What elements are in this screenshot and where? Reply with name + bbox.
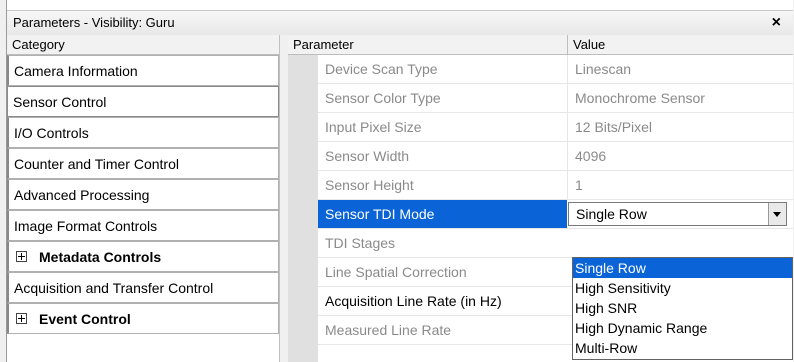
parameter-name: TDI Stages (325, 235, 396, 251)
category-label: Event Control (39, 311, 131, 327)
category-label: Camera Information (14, 63, 138, 79)
parameter-name: Measured Line Rate (325, 322, 452, 338)
category-item-camera-information[interactable]: Camera Information (7, 55, 279, 86)
parameter-value: 12 Bits/Pixel (567, 113, 794, 141)
parameter-name: Acquisition Line Rate (in Hz) (325, 293, 502, 309)
parameter-name: Sensor TDI Mode (318, 200, 567, 228)
parameter-value: Linescan (567, 55, 794, 83)
parameters-window: Parameters - Visibility: Guru × Category… (6, 0, 793, 362)
parameter-value: 4096 (567, 142, 794, 170)
category-item-metadata-controls[interactable]: Metadata Controls (7, 241, 279, 272)
expand-plus-icon[interactable] (16, 250, 27, 262)
category-header: Category (7, 35, 279, 55)
category-label: Metadata Controls (39, 249, 162, 265)
tdi-mode-dropdown-list: Single Row High Sensitivity High SNR Hig… (572, 257, 793, 360)
value-column-header[interactable]: Value (567, 35, 793, 55)
category-label: Advanced Processing (14, 187, 150, 203)
category-label: Counter and Timer Control (14, 156, 179, 172)
parameter-value: Monochrome Sensor (567, 84, 794, 112)
dropdown-option[interactable]: Single Row (573, 258, 792, 278)
dropdown-option[interactable]: High SNR (573, 298, 792, 318)
category-label: Sensor Control (13, 94, 107, 110)
category-label: Acquisition and Transfer Control (14, 280, 214, 296)
category-item-counter-timer[interactable]: Counter and Timer Control (7, 148, 279, 179)
category-item-acquisition-transfer[interactable]: Acquisition and Transfer Control (7, 272, 279, 303)
category-item-event-control[interactable]: Event Control (7, 303, 279, 334)
parameter-value: 1 (567, 171, 794, 199)
parameter-name: Sensor Width (325, 148, 410, 164)
category-item-sensor-control[interactable]: Sensor Control (7, 86, 279, 117)
dropdown-option[interactable]: High Dynamic Range (573, 318, 792, 338)
category-label: I/O Controls (14, 125, 89, 141)
category-label: Image Format Controls (14, 218, 158, 234)
grid-row[interactable]: Device Scan Type Linescan (318, 55, 793, 84)
dropdown-option[interactable]: High Sensitivity (573, 278, 792, 298)
grid-row[interactable]: Sensor Color Type Monochrome Sensor (318, 84, 793, 113)
chevron-down-icon[interactable] (768, 203, 786, 225)
parameter-name: Device Scan Type (325, 61, 438, 77)
tdi-mode-select[interactable]: Single Row (568, 202, 787, 226)
parameter-column-header[interactable]: Parameter (288, 35, 567, 55)
dropdown-option[interactable]: Multi-Row (573, 338, 792, 358)
window-title: Parameters - Visibility: Guru (13, 15, 175, 30)
category-item-advanced-processing[interactable]: Advanced Processing (7, 179, 279, 210)
parameter-name: Sensor Height (325, 177, 414, 193)
grid-row[interactable]: Sensor Width 4096 (318, 142, 793, 171)
row-gutter (288, 55, 318, 362)
category-pane: Category Camera Information Sensor Contr… (7, 35, 279, 362)
grid-row-selected[interactable]: Sensor TDI Mode Single Row (318, 200, 793, 229)
close-icon[interactable]: × (772, 11, 781, 35)
grid-row[interactable]: TDI Stages (318, 229, 793, 258)
expand-plus-icon[interactable] (16, 312, 27, 324)
grid-row[interactable]: Input Pixel Size 12 Bits/Pixel (318, 113, 793, 142)
category-item-io-controls[interactable]: I/O Controls (7, 117, 279, 148)
title-bar: Parameters - Visibility: Guru × (7, 10, 793, 36)
grid-row[interactable]: Sensor Height 1 (318, 171, 793, 200)
parameter-name: Input Pixel Size (325, 119, 422, 135)
parameter-name: Line Spatial Correction (325, 264, 467, 280)
select-value: Single Row (576, 206, 647, 222)
parameter-name: Sensor Color Type (325, 90, 441, 106)
category-item-image-format[interactable]: Image Format Controls (7, 210, 279, 241)
